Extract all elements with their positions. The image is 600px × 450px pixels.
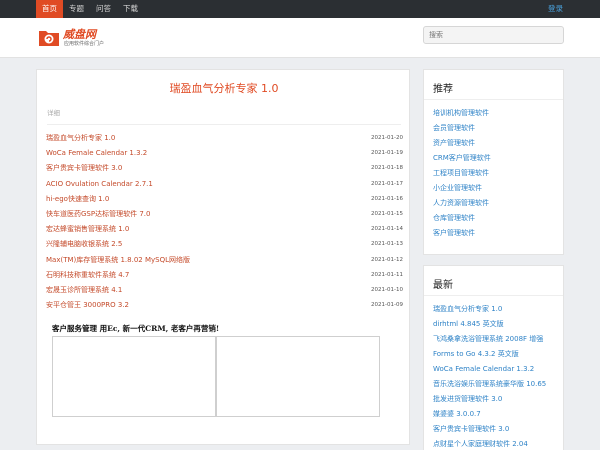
sidebar-item: 客户管理软件 [433, 228, 563, 243]
list-item: 快车道医药GSP达标管理软件 7.0 2021-01-15 [46, 209, 403, 224]
sidebar-item: 人力资源管理软件 [433, 198, 563, 213]
list-item: Max(TM)库存管理系统 1.8.02 MySQL网络版 2021-01-12 [46, 255, 403, 270]
list-item-link[interactable]: 宏达蜂蜜销售管理系统 1.0 [46, 224, 129, 239]
sidebar-link[interactable]: 飞鸿桑拿洗浴管理系统 2008F 增强 [433, 335, 543, 343]
sidebar-link[interactable]: 人力资源管理软件 [433, 199, 489, 207]
sidebar-link[interactable]: Forms to Go 4.3.2 英文版 [433, 350, 519, 358]
sidebar-link[interactable]: 点财星个人家庭理财软件 2.04 [433, 440, 528, 448]
ad-frame-right[interactable] [216, 336, 380, 417]
sidebar-link[interactable]: 工程项目管理软件 [433, 169, 489, 177]
sidebar-item: 飞鸿桑拿洗浴管理系统 2008F 增强 [433, 334, 563, 349]
sidebar-link[interactable]: 资产管理软件 [433, 139, 475, 147]
list-item-date: 2021-01-20 [371, 135, 403, 141]
list-item-date: 2021-01-14 [371, 226, 403, 233]
sidebar-item: CRM客户管理软件 [433, 153, 563, 168]
list-item: 宏晟玉诊所管理系统 4.1 2021-01-10 [46, 285, 403, 300]
sidebar-item: 仓库管理软件 [433, 213, 563, 228]
list-item-date: 2021-01-19 [371, 150, 403, 157]
list-item: 石明科技称重软件系统 4.7 2021-01-11 [46, 270, 403, 285]
sidebar-link[interactable]: 仓库管理软件 [433, 214, 475, 222]
sidebar-link[interactable]: 瑞盈血气分析专家 1.0 [433, 305, 502, 313]
list-item-date: 2021-01-15 [371, 210, 403, 217]
divider [47, 124, 401, 125]
sidebar-item: 小企业管理软件 [433, 183, 563, 198]
login-link[interactable]: 登录 [548, 0, 563, 18]
list-item-date: 2021-01-18 [371, 165, 403, 172]
list-item-link[interactable]: 石明科技称重软件系统 4.7 [46, 270, 129, 285]
ad-headline[interactable]: 客户服务管理 用Ec, 新一代CRM, 老客户再营销! [52, 323, 219, 334]
list-item: ACIO Ovulation Calendar 2.7.1 2021-01-17 [46, 179, 403, 194]
list-item-date: 2021-01-17 [371, 180, 403, 187]
list-item-link[interactable]: 宏晟玉诊所管理系统 4.1 [46, 285, 122, 300]
latest-panel: 最新 瑞盈血气分析专家 1.0 dirhtml 4.845 英文版 飞鸿桑拿洗浴… [423, 265, 564, 450]
list-item-link[interactable]: 兴隆辅电脑收银系统 2.5 [46, 239, 122, 254]
list-item-date: 2021-01-16 [371, 195, 403, 202]
sidebar-item: 音乐洗浴娱乐管理系统豪华版 10.65 [433, 379, 563, 394]
sidebar-item: 瑞盈血气分析专家 1.0 [433, 304, 563, 319]
sidebar-link[interactable]: dirhtml 4.845 英文版 [433, 320, 504, 328]
list-item: 宏达蜂蜜销售管理系统 1.0 2021-01-14 [46, 224, 403, 239]
sidebar-item: 资产管理软件 [433, 138, 563, 153]
detail-label: 详细 [47, 109, 60, 117]
top-bar: 首页 专题 问答 下载 登录 [0, 0, 600, 18]
sidebar-link[interactable]: 小企业管理软件 [433, 184, 482, 192]
sidebar-link[interactable]: 客户管理软件 [433, 229, 475, 237]
recommend-panel: 推荐 培训机构管理软件 会员管理软件 资产管理软件 CRM客户管理软件 工程项目… [423, 69, 564, 255]
list-item-date: 2021-01-09 [371, 302, 403, 309]
list-item-link[interactable]: 安平仓管王 3000PRO 3.2 [46, 300, 129, 315]
sidebar-link[interactable]: 培训机构管理软件 [433, 109, 489, 117]
sidebar-item: 培训机构管理软件 [433, 108, 563, 123]
sidebar-item: 媒婆婆 3.0.0.7 [433, 409, 563, 424]
ad-frame-left[interactable] [52, 336, 216, 417]
page-title: 瑞盈血气分析专家 1.0 [169, 82, 279, 95]
folder-logo-icon[interactable] [38, 27, 60, 47]
sidebar-link[interactable]: 会员管理软件 [433, 124, 475, 132]
list-item-link[interactable]: Max(TM)库存管理系统 1.8.02 MySQL网络版 [46, 255, 190, 270]
list-item-link[interactable]: hi-ego快速查询 1.0 [46, 194, 109, 209]
sidebar-link[interactable]: 媒婆婆 3.0.0.7 [433, 410, 481, 418]
list-item-date: 2021-01-10 [371, 286, 403, 293]
sidebar-item: WoCa Female Calendar 1.3.2 [433, 364, 563, 379]
nav-download[interactable]: 下载 [117, 0, 144, 18]
sidebar-link[interactable]: WoCa Female Calendar 1.3.2 [433, 365, 534, 373]
list-item: 安平仓管王 3000PRO 3.2 2021-01-09 [46, 300, 403, 315]
list-item: WoCa Female Calendar 1.3.2 2021-01-19 [46, 148, 403, 163]
search-input[interactable] [423, 26, 564, 44]
sidebar-link[interactable]: 客户贵宾卡管理软件 3.0 [433, 425, 509, 433]
list-item: hi-ego快速查询 1.0 2021-01-16 [46, 194, 403, 209]
nav-home[interactable]: 首页 [36, 0, 63, 18]
software-list: 瑞盈血气分析专家 1.0 2021-01-20 WoCa Female Calen… [46, 133, 403, 315]
list-item-link[interactable]: WoCa Female Calendar 1.3.2 [46, 148, 147, 163]
sidebar-item: 批发进货管理软件 3.0 [433, 394, 563, 409]
latest-title: 最新 [424, 266, 563, 296]
sidebar-item: Forms to Go 4.3.2 英文版 [433, 349, 563, 364]
list-item-date: 2021-01-13 [371, 241, 403, 248]
sidebar-item: dirhtml 4.845 英文版 [433, 319, 563, 334]
list-item-link[interactable]: 客户贵宾卡管理软件 3.0 [46, 163, 122, 178]
list-item-link[interactable]: ACIO Ovulation Calendar 2.7.1 [46, 179, 153, 194]
sidebar-item: 工程项目管理软件 [433, 168, 563, 183]
list-item-date: 2021-01-11 [371, 271, 403, 278]
sidebar-item: 点财星个人家庭理财软件 2.04 [433, 439, 563, 450]
list-item: 客户贵宾卡管理软件 3.0 2021-01-18 [46, 163, 403, 178]
recommend-title: 推荐 [424, 70, 563, 100]
top-nav: 首页 专题 问答 下载 [36, 0, 144, 18]
sidebar-link[interactable]: 音乐洗浴娱乐管理系统豪华版 10.65 [433, 380, 546, 388]
sidebar-item: 会员管理软件 [433, 123, 563, 138]
logo-subtitle: 应用软件综合门户 [64, 41, 105, 47]
sidebar-link[interactable]: 批发进货管理软件 3.0 [433, 395, 502, 403]
nav-topics[interactable]: 专题 [63, 0, 90, 18]
list-item: 兴隆辅电脑收银系统 2.5 2021-01-13 [46, 239, 403, 254]
nav-qa[interactable]: 问答 [90, 0, 117, 18]
sidebar-link[interactable]: CRM客户管理软件 [433, 154, 491, 162]
site-header: 威盘网 应用软件综合门户 [0, 18, 600, 58]
list-item-link[interactable]: 瑞盈血气分析专家 1.0 [46, 133, 115, 148]
sidebar-item: 客户贵宾卡管理软件 3.0 [433, 424, 563, 439]
list-item-link[interactable]: 快车道医药GSP达标管理软件 7.0 [46, 209, 150, 224]
list-item: 瑞盈血气分析专家 1.0 2021-01-20 [46, 133, 403, 148]
list-item-date: 2021-01-12 [371, 256, 403, 263]
